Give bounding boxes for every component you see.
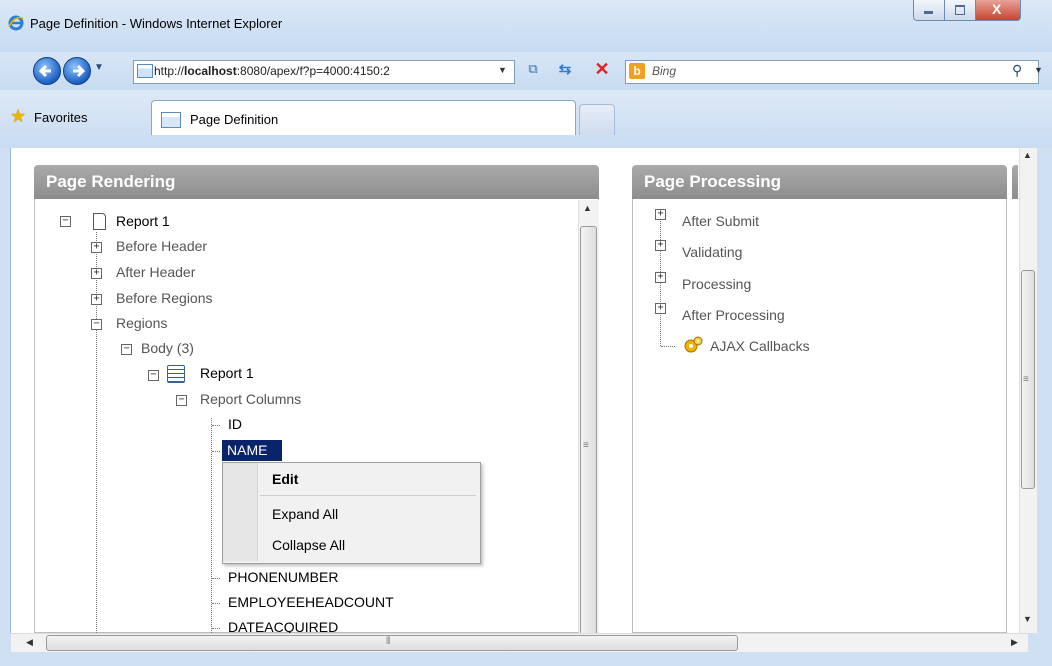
tree-item-processing[interactable]: Processing — [682, 276, 751, 292]
tree-item-before-regions[interactable]: Before Regions — [116, 290, 213, 306]
expand-after-processing-icon[interactable]: + — [655, 303, 666, 314]
tree-line — [212, 628, 220, 629]
address-url: http://localhost:8080/apex/f?p=4000:4150… — [154, 64, 390, 78]
scroll-down-icon[interactable]: ▼ — [1023, 614, 1032, 624]
tree-item-report-region[interactable]: Report 1 — [200, 365, 254, 381]
context-menu-edit[interactable]: Edit — [272, 471, 298, 487]
close-button[interactable]: X — [975, 0, 1021, 21]
tree-item-after-processing[interactable]: After Processing — [682, 307, 785, 323]
window-title: Page Definition - Windows Internet Explo… — [30, 16, 283, 31]
context-menu-separator — [260, 495, 476, 496]
scroll-grip-icon: ≡ — [1023, 374, 1029, 385]
tree-item-ajax-callbacks[interactable]: AJAX Callbacks — [710, 338, 810, 354]
maximize-icon — [955, 5, 965, 15]
forward-button[interactable] — [63, 57, 91, 85]
tab-label: Page Definition — [190, 112, 279, 127]
context-menu-collapse-all[interactable]: Collapse All — [272, 537, 345, 553]
collapse-body-icon[interactable]: − — [121, 344, 132, 355]
bing-logo-icon: b — [629, 63, 645, 79]
scroll-left-icon[interactable]: ◀ — [26, 637, 33, 648]
tree-item-after-header[interactable]: After Header — [116, 264, 195, 280]
expand-processing-icon[interactable]: + — [655, 272, 666, 283]
status-bar — [0, 652, 1052, 666]
scroll-grip-icon: ⦀ — [386, 636, 391, 647]
expand-after-header-icon[interactable]: + — [91, 268, 102, 279]
scroll-right-icon[interactable]: ▶ — [1011, 637, 1018, 648]
search-input[interactable] — [625, 60, 1039, 84]
tree-item-report-columns[interactable]: Report Columns — [200, 391, 301, 407]
scroll-grip-icon: ≡ — [583, 440, 589, 451]
page-horizontal-scroll-thumb[interactable] — [46, 635, 738, 651]
tree-item-regions[interactable]: Regions — [116, 315, 167, 331]
tree-item-body[interactable]: Body (3) — [141, 340, 194, 356]
star-icon: ★ — [10, 106, 27, 126]
address-dropdown-icon[interactable]: ▼ — [498, 65, 507, 75]
expand-after-submit-icon[interactable]: + — [655, 209, 666, 220]
page-processing-panel — [632, 199, 1007, 633]
back-button[interactable] — [33, 57, 61, 85]
new-tab-button[interactable] — [579, 104, 615, 135]
collapse-report-region-icon[interactable]: − — [148, 370, 159, 381]
scroll-up-icon[interactable]: ▲ — [583, 203, 592, 213]
tree-line — [212, 425, 220, 426]
tree-item-after-submit[interactable]: After Submit — [682, 213, 759, 229]
search-placeholder: Bing — [652, 64, 677, 78]
page-icon — [93, 213, 106, 230]
tree-item-validating[interactable]: Validating — [682, 244, 742, 260]
tree-item-report-root[interactable]: Report 1 — [116, 213, 170, 229]
gear-icon — [683, 335, 703, 355]
minimize-button[interactable] — [913, 0, 945, 21]
expand-validating-icon[interactable]: + — [655, 240, 666, 251]
page-rendering-scroll-thumb[interactable] — [580, 226, 597, 635]
maximize-button[interactable] — [944, 0, 976, 21]
close-icon: X — [992, 1, 1002, 17]
search-icon[interactable]: ⚲ — [1012, 62, 1022, 79]
address-url-host: localhost — [184, 64, 237, 78]
favorites-button[interactable]: Favorites — [34, 110, 87, 125]
next-panel-heading — [1012, 165, 1018, 199]
compatibility-view-icon[interactable]: ⧉ — [523, 61, 543, 81]
tree-item-column-dateacquired[interactable]: DATEACQUIRED — [228, 619, 338, 633]
context-menu-expand-all[interactable]: Expand All — [272, 506, 338, 522]
expand-before-header-icon[interactable]: + — [91, 242, 102, 253]
tree-item-column-employeeheadcount[interactable]: EMPLOYEEHEADCOUNT — [228, 594, 394, 610]
context-menu — [222, 462, 481, 564]
tree-item-column-name[interactable]: NAME — [227, 442, 267, 458]
page-processing-heading: Page Processing — [632, 165, 1007, 199]
page-rendering-heading: Page Rendering — [34, 165, 599, 199]
tree-line — [212, 451, 220, 452]
scroll-up-icon[interactable]: ▲ — [1023, 150, 1032, 160]
page-favicon-icon — [137, 64, 153, 78]
tree-item-column-id[interactable]: ID — [228, 416, 242, 432]
search-dropdown-icon[interactable]: ▼ — [1034, 65, 1043, 75]
history-dropdown-icon[interactable]: ▼ — [94, 62, 104, 73]
back-arrow-icon — [38, 64, 51, 78]
tab-favicon-icon — [161, 112, 181, 128]
tree-line — [661, 346, 675, 347]
context-menu-gutter — [223, 463, 258, 561]
collapse-regions-icon[interactable]: − — [91, 319, 102, 330]
report-region-icon — [167, 365, 185, 383]
refresh-icon[interactable]: ⇆ — [555, 60, 575, 80]
ie-logo-icon — [8, 15, 24, 31]
collapse-report-root-icon[interactable]: − — [60, 216, 71, 227]
minimize-icon — [924, 11, 933, 14]
tree-item-column-phonenumber[interactable]: PHONENUMBER — [228, 569, 338, 585]
tree-line — [212, 603, 220, 604]
expand-before-regions-icon[interactable]: + — [91, 294, 102, 305]
stop-icon[interactable]: ✕ — [592, 59, 612, 79]
tree-item-before-header[interactable]: Before Header — [116, 238, 207, 254]
tree-line — [212, 578, 220, 579]
collapse-report-columns-icon[interactable]: − — [176, 395, 187, 406]
forward-arrow-icon — [73, 64, 86, 78]
